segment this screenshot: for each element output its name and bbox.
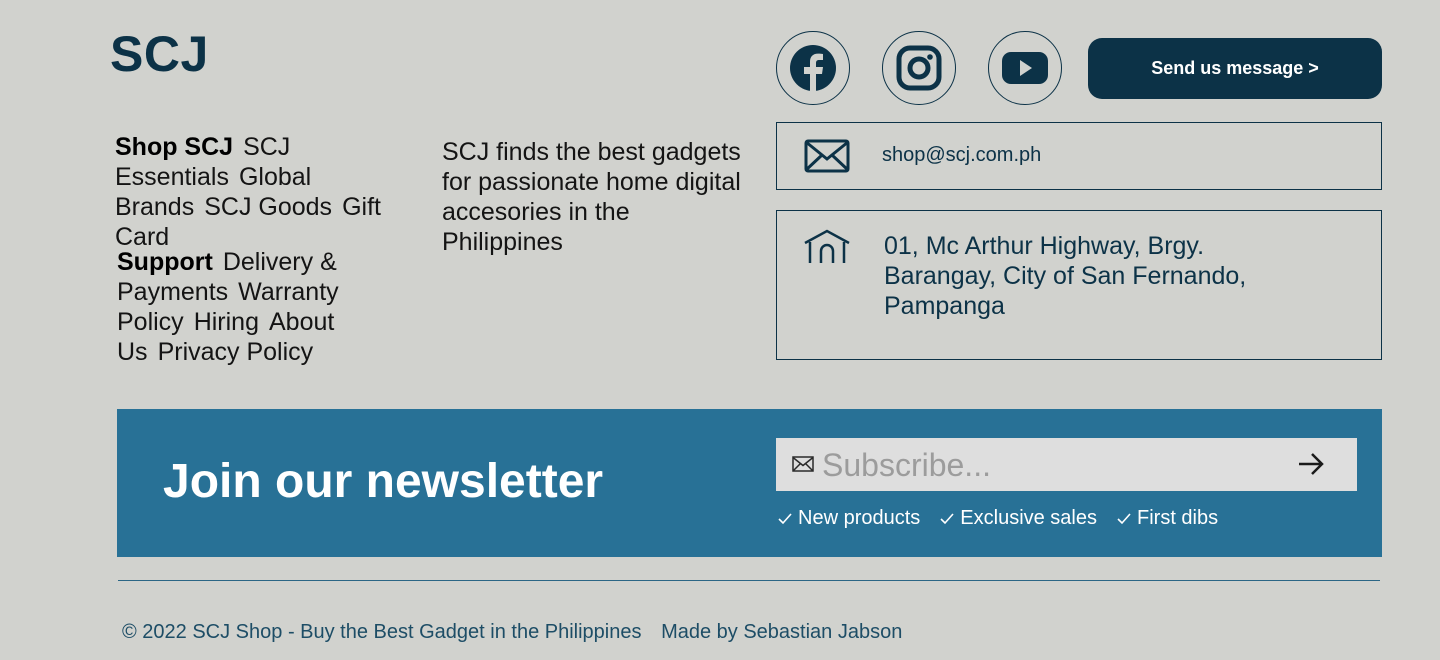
email-link[interactable]: shop@scj.com.ph <box>882 144 1041 167</box>
check-icon <box>940 512 954 524</box>
youtube-link[interactable] <box>988 31 1062 105</box>
brand-logo[interactable]: SCJ <box>110 26 209 82</box>
facebook-icon <box>790 45 836 92</box>
perk-item: First dibs <box>1117 507 1218 530</box>
credit-text: Made by Sebastian Jabson <box>661 621 903 643</box>
perk-label: New products <box>798 507 921 529</box>
nav-link-hiring[interactable]: Hiring <box>194 308 259 336</box>
perk-item: Exclusive sales <box>940 507 1097 530</box>
shop-nav: Shop SCJ SCJ Essentials Global Brands SCJ G… <box>115 132 445 252</box>
email-card: shop@scj.com.ph <box>776 122 1382 190</box>
copyright-text: © 2022 SCJ Shop - Buy the Best Gadget in… <box>122 621 642 643</box>
youtube-icon <box>1002 52 1048 84</box>
check-icon <box>778 512 792 524</box>
nav-link-privacy-policy[interactable]: Privacy Policy <box>158 338 314 366</box>
support-nav: Support Delivery & Payments Warranty Polic… <box>117 247 447 367</box>
nav-link-scj-goods[interactable]: SCJ Goods <box>204 193 332 221</box>
subscribe-form <box>776 438 1357 491</box>
perk-item: New products <box>778 507 920 530</box>
arrow-right-icon[interactable] <box>1296 451 1326 477</box>
newsletter-section: Join our newsletter New products Exclusi… <box>117 409 1382 557</box>
brand-tagline: SCJ finds the best gadgets for passionat… <box>442 138 741 256</box>
footer: © 2022 SCJ Shop - Buy the Best Gadget in… <box>122 621 916 644</box>
subscribe-input[interactable] <box>820 444 1284 486</box>
support-heading: Support <box>117 248 213 276</box>
instagram-icon <box>896 45 942 91</box>
check-icon <box>1117 512 1131 524</box>
instagram-link[interactable] <box>882 31 956 105</box>
envelope-icon <box>792 456 814 472</box>
footer-divider <box>118 580 1380 581</box>
address-text: 01, Mc Arthur Highway, Brgy. Barangay, C… <box>884 232 1247 320</box>
send-message-button[interactable]: Send us message > <box>1088 38 1382 99</box>
perk-label: First dibs <box>1137 507 1219 529</box>
perk-label: Exclusive sales <box>960 507 1097 529</box>
shop-heading: Shop SCJ <box>115 133 234 161</box>
mail-icon <box>804 139 850 173</box>
address-card: 01, Mc Arthur Highway, Brgy. Barangay, C… <box>776 210 1382 360</box>
home-icon <box>804 229 850 263</box>
newsletter-perks: New products Exclusive sales First dibs <box>778 507 1238 530</box>
facebook-link[interactable] <box>776 31 850 105</box>
newsletter-title: Join our newsletter <box>163 455 604 508</box>
